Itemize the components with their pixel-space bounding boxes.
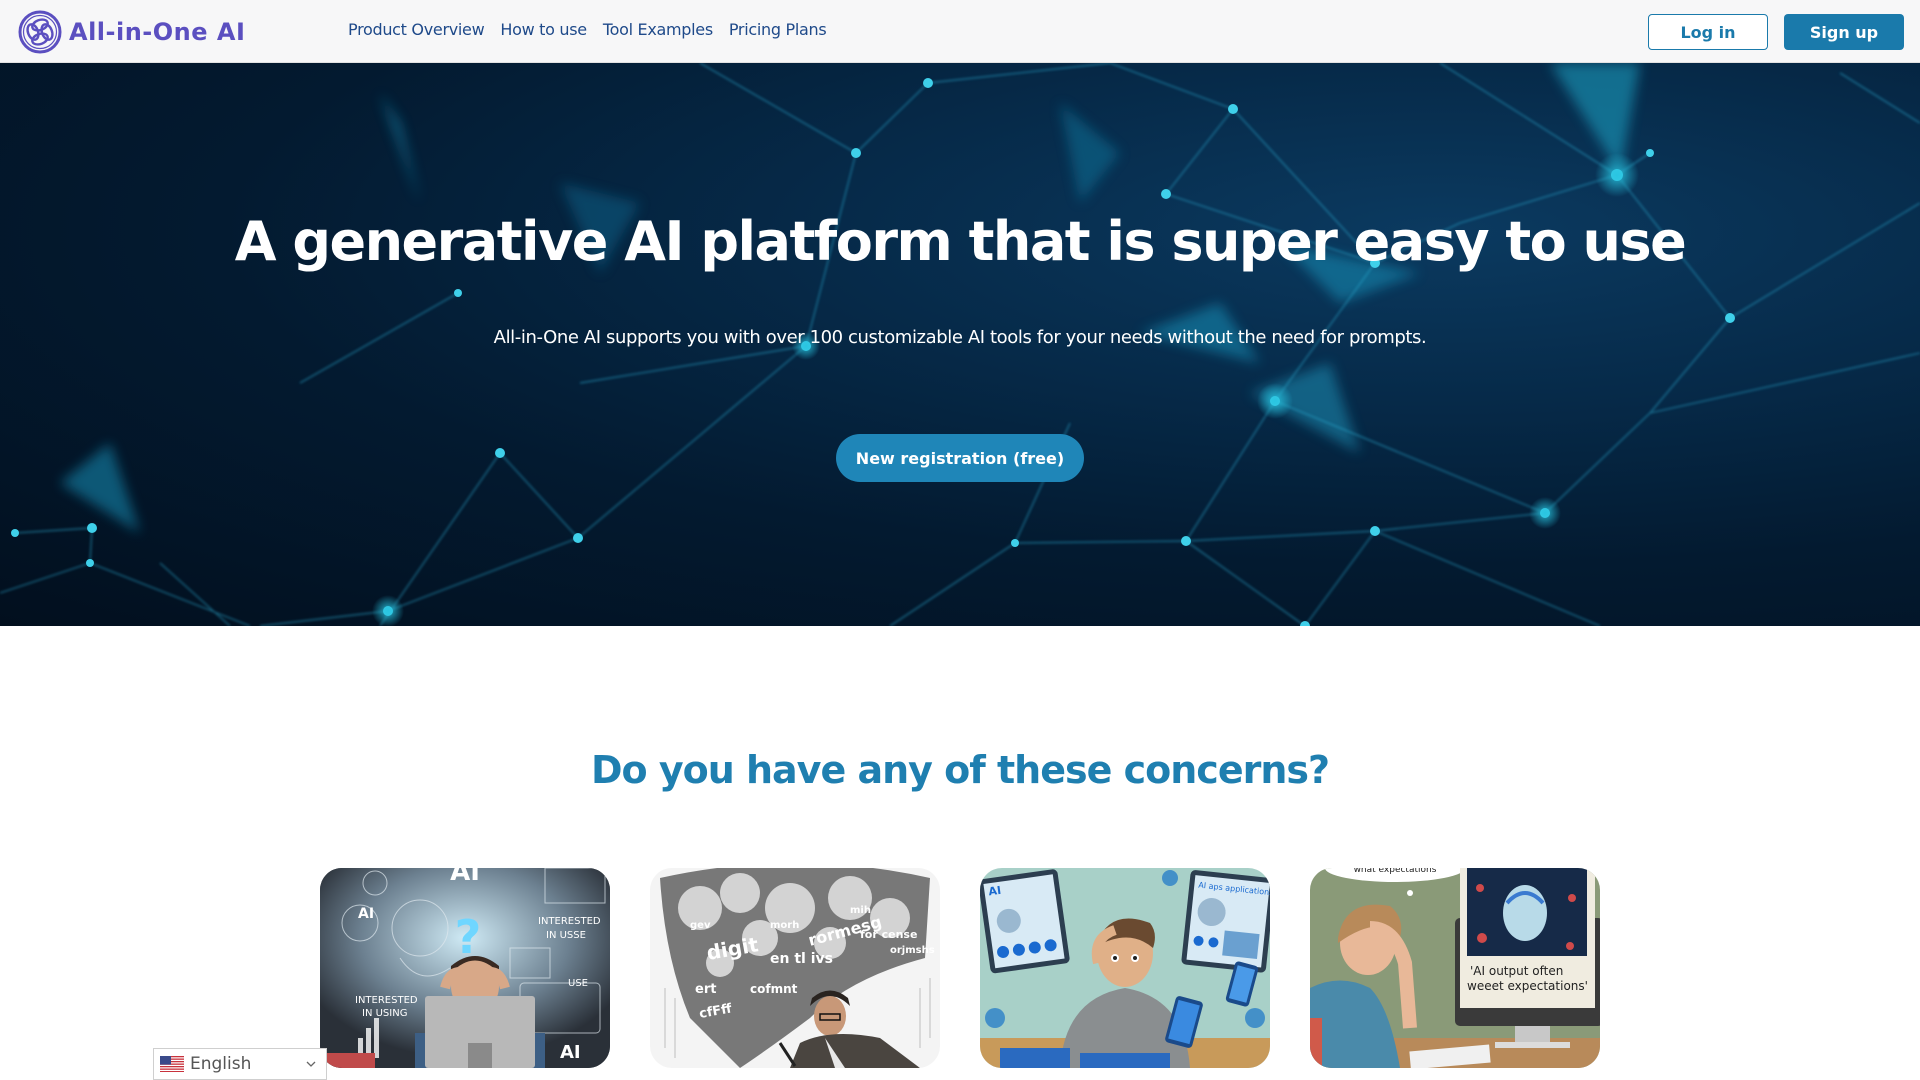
signup-button[interactable]: Sign up <box>1784 14 1904 50</box>
svg-text:orjmshs: orjmshs <box>890 945 935 956</box>
language-selected: English <box>190 1054 252 1074</box>
svg-text:ert: ert <box>695 982 716 997</box>
brand-logo[interactable]: All-in-One AI <box>18 10 245 54</box>
svg-text:en tl ivs: en tl ivs <box>770 951 833 967</box>
brand-name: All-in-One AI <box>69 18 246 46</box>
svg-text:?: ? <box>455 910 482 964</box>
concern-card-interested-in-using: AI ? AI INTERESTED IN USSE INTERESTED IN… <box>320 868 610 1068</box>
svg-text:IN USING: IN USING <box>362 1008 407 1019</box>
login-button[interactable]: Log in <box>1648 14 1768 50</box>
svg-text:AI: AI <box>560 1042 581 1063</box>
svg-text:gev: gev <box>690 920 711 931</box>
concern-card-too-many-apps: AI AI aps applications <box>980 868 1270 1068</box>
hero-subtitle: All-in-One AI supports you with over 100… <box>493 327 1427 348</box>
nav-how-to-use[interactable]: How to use <box>500 20 587 39</box>
nav-pricing-plans[interactable]: Pricing Plans <box>729 20 827 39</box>
site-header: All-in-One AI Product Overview How to us… <box>0 0 1920 63</box>
new-registration-button[interactable]: New registration (free) <box>836 434 1084 482</box>
person-confused-by-ai-illustration: AI ? AI INTERESTED IN USSE INTERESTED IN… <box>320 868 610 1068</box>
concern-card-word-overload: digit en tl ivs rormesg for cense ert cf… <box>650 868 940 1068</box>
hero-title: A generative AI platform that is super e… <box>234 210 1687 273</box>
svg-text:AI: AI <box>988 884 1002 899</box>
svg-text:cofmnt: cofmnt <box>750 982 798 996</box>
svg-text:what expectations: what expectations <box>1354 868 1437 875</box>
svg-text:INTERESTED: INTERESTED <box>355 995 418 1006</box>
svg-text:morh: morh <box>770 920 799 931</box>
nav-product-overview[interactable]: Product Overview <box>348 20 485 39</box>
celtic-knot-logo-icon <box>18 10 62 54</box>
svg-text:weeet expectations': weeet expectations' <box>1467 979 1588 993</box>
concern-card-ai-output-expectations: what expectations 'AI output often weeet… <box>1310 868 1600 1068</box>
chevron-down-icon <box>306 1061 316 1067</box>
main-nav: Product Overview How to use Tool Example… <box>348 20 827 39</box>
hero-section: A generative AI platform that is super e… <box>0 63 1920 626</box>
us-flag-icon <box>160 1056 184 1072</box>
svg-text:IN USSE: IN USSE <box>546 930 586 941</box>
svg-text:mih: mih <box>850 905 871 916</box>
person-overwhelmed-by-word-cloud-illustration: digit en tl ivs rormesg for cense ert cf… <box>650 868 940 1068</box>
svg-text:'AI output often: 'AI output often <box>1470 964 1563 978</box>
svg-text:for cense: for cense <box>860 928 917 941</box>
svg-text:INTERESTED: INTERESTED <box>538 916 601 927</box>
nav-tool-examples[interactable]: Tool Examples <box>603 20 713 39</box>
svg-text:AI: AI <box>450 868 480 887</box>
language-selector[interactable]: English <box>153 1048 327 1080</box>
person-disappointed-by-ai-output-illustration: what expectations 'AI output often weeet… <box>1310 868 1600 1068</box>
concerns-cards: AI ? AI INTERESTED IN USSE INTERESTED IN… <box>320 868 1600 1068</box>
svg-text:USE: USE <box>568 978 588 989</box>
svg-text:AI: AI <box>358 906 374 922</box>
concerns-section-title: Do you have any of these concerns? <box>590 748 1330 792</box>
person-overwhelmed-by-many-ai-apps-illustration: AI AI aps applications <box>980 868 1270 1068</box>
